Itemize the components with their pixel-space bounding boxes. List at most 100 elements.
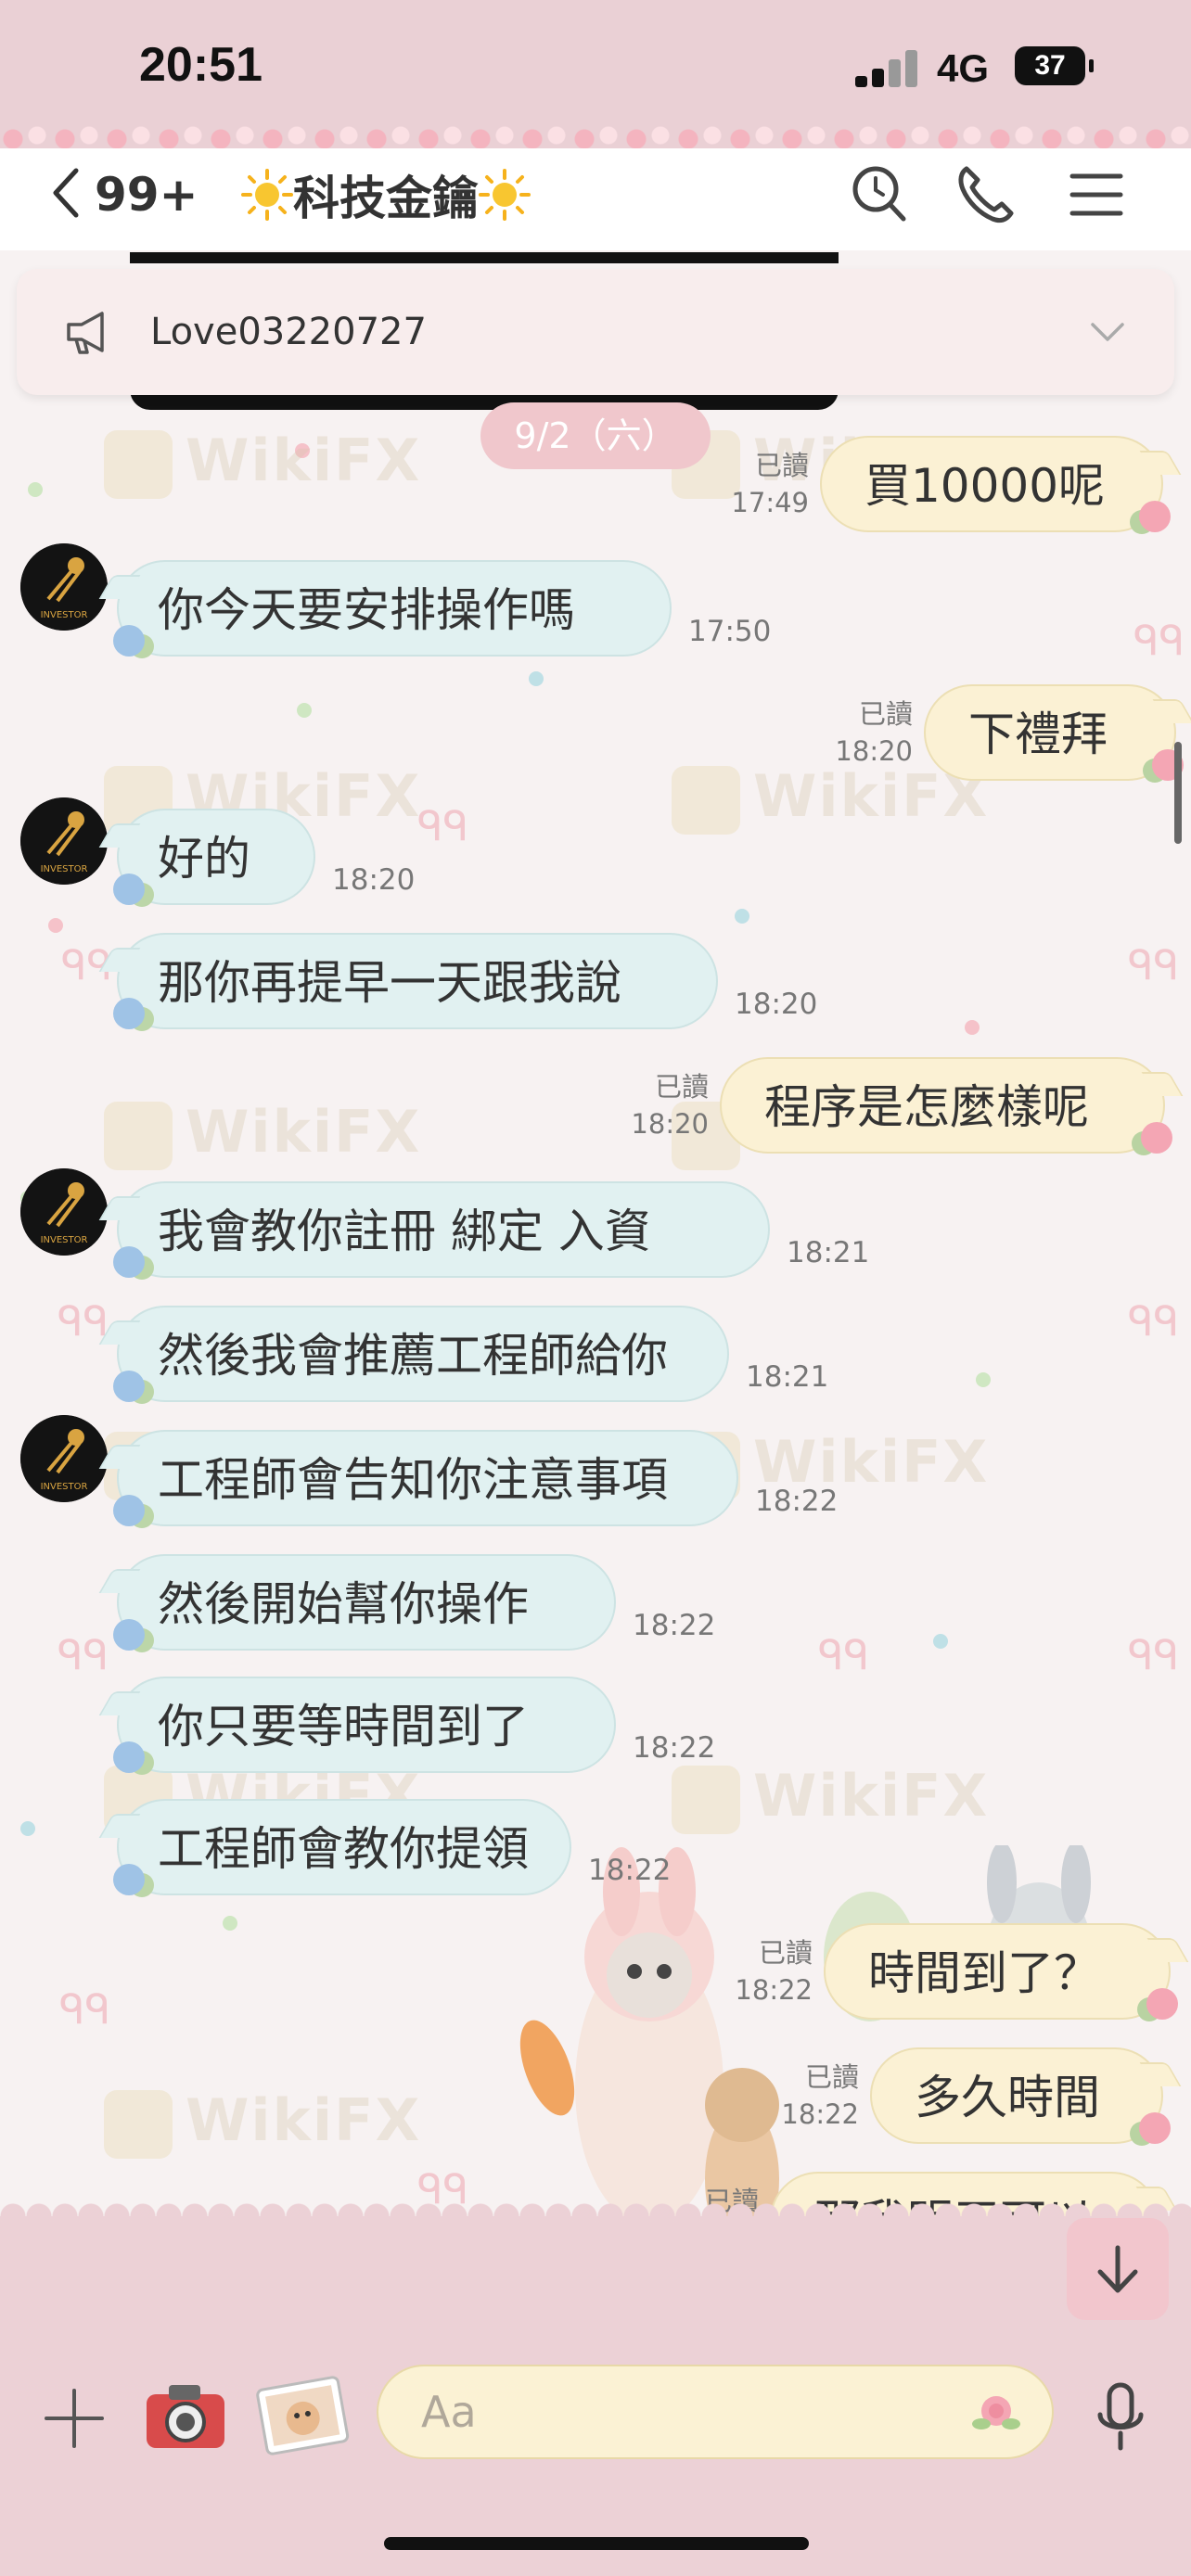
bubble-flower-decoration bbox=[113, 1246, 145, 1278]
bg-dot bbox=[965, 1020, 980, 1035]
chevron-left-icon bbox=[48, 165, 85, 224]
message-time: 18:22 bbox=[781, 2098, 859, 2130]
message-time: 17:50 bbox=[688, 615, 772, 648]
outgoing-message[interactable]: 時間到了？ bbox=[824, 1923, 1171, 2020]
photo-button[interactable] bbox=[254, 2370, 351, 2459]
battery-icon: 37 bbox=[1015, 46, 1094, 85]
announcement-banner[interactable]: Love03220727 bbox=[17, 269, 1174, 395]
call-button[interactable] bbox=[950, 159, 1020, 230]
svg-text:INVESTOR: INVESTOR bbox=[41, 610, 88, 620]
incoming-message[interactable]: 然後開始幫你操作 bbox=[117, 1554, 616, 1651]
message-time: 18:21 bbox=[746, 1360, 829, 1394]
bubble-flower-decoration bbox=[113, 1495, 145, 1526]
incoming-message[interactable]: 你只要等時間到了 bbox=[117, 1677, 616, 1773]
incoming-message[interactable]: 工程師會教你提領 bbox=[117, 1799, 571, 1895]
bubble-flower-decoration bbox=[113, 998, 145, 1029]
redaction-bar bbox=[130, 252, 839, 263]
bg-dot bbox=[28, 482, 43, 497]
signal-icon bbox=[855, 48, 920, 87]
add-attachment-button[interactable] bbox=[37, 2381, 111, 2455]
outgoing-message[interactable]: 程序是怎麼樣呢 bbox=[720, 1057, 1165, 1154]
back-button[interactable]: 99+ bbox=[48, 167, 198, 223]
message-time: 18:20 bbox=[631, 1108, 709, 1140]
rose-icon bbox=[972, 2389, 1020, 2437]
outgoing-message[interactable]: 下禮拜 bbox=[924, 684, 1176, 781]
bunny-icon: ᑫᑫ bbox=[818, 1632, 870, 1679]
bunny-icon: ᑫᑫ bbox=[1128, 1298, 1180, 1345]
bubble-flower-decoration bbox=[113, 1371, 145, 1402]
unread-count: 99+ bbox=[95, 168, 198, 222]
voice-input-button[interactable] bbox=[1093, 2379, 1148, 2457]
bubble-flower-decoration bbox=[1139, 501, 1171, 532]
chat-title-text: 科技金鑰 bbox=[293, 172, 479, 225]
svg-text:INVESTOR: INVESTOR bbox=[41, 1482, 88, 1492]
read-receipt: 已讀 bbox=[654, 1071, 709, 1103]
watermark: WikiFX bbox=[104, 2086, 421, 2159]
message-time: 18:20 bbox=[332, 863, 416, 897]
chevron-down-icon[interactable] bbox=[1085, 310, 1130, 354]
menu-button[interactable] bbox=[1061, 159, 1132, 230]
incoming-message[interactable]: 你今天要安排操作嗎 bbox=[117, 560, 672, 657]
svg-text:INVESTOR: INVESTOR bbox=[41, 1235, 88, 1245]
incoming-message[interactable]: 然後我會推薦工程師給你 bbox=[117, 1306, 729, 1402]
bunny-icon: ᑫᑫ bbox=[417, 803, 469, 850]
microphone-icon bbox=[1093, 2382, 1148, 2461]
search-icon bbox=[844, 166, 915, 234]
bg-dot bbox=[223, 1916, 237, 1931]
message-time: 18:22 bbox=[633, 1731, 716, 1765]
bg-dot bbox=[20, 1821, 35, 1836]
message-time: 18:22 bbox=[588, 1854, 672, 1887]
date-separator: 9/2（六） bbox=[480, 402, 711, 469]
message-time: 18:20 bbox=[735, 988, 818, 1021]
message-time: 17:49 bbox=[731, 487, 809, 518]
bubble-flower-decoration bbox=[1139, 2112, 1171, 2144]
megaphone-icon bbox=[61, 304, 117, 360]
sun-icon bbox=[241, 169, 293, 221]
bunny-icon: ᑫᑫ bbox=[58, 1632, 109, 1679]
bubble-flower-decoration bbox=[1146, 1988, 1178, 2020]
incoming-message[interactable]: 好的 bbox=[117, 809, 315, 905]
status-time: 20:51 bbox=[139, 38, 263, 92]
message-time: 18:20 bbox=[835, 735, 913, 767]
scroll-to-bottom-button[interactable] bbox=[1067, 2218, 1169, 2320]
avatar[interactable]: INVESTOR bbox=[20, 1168, 108, 1256]
message-time: 18:21 bbox=[787, 1236, 870, 1269]
phone-icon bbox=[950, 166, 1020, 234]
svg-text:INVESTOR: INVESTOR bbox=[41, 864, 88, 874]
incoming-message[interactable]: 工程師會告知你注意事項 bbox=[117, 1430, 738, 1526]
watermark: WikiFX bbox=[104, 1098, 421, 1170]
avatar[interactable]: INVESTOR bbox=[20, 797, 108, 885]
incoming-message[interactable]: 那你再提早一天跟我說 bbox=[117, 933, 718, 1029]
bubble-flower-decoration bbox=[1141, 1122, 1172, 1154]
incoming-message[interactable]: 我會教你註冊 綁定 入資 bbox=[117, 1181, 770, 1278]
plus-icon bbox=[37, 2389, 111, 2459]
bubble-flower-decoration bbox=[113, 1619, 145, 1651]
message-time: 18:22 bbox=[633, 1609, 716, 1642]
home-indicator bbox=[384, 2537, 809, 2550]
sun-icon bbox=[479, 169, 531, 221]
outgoing-message[interactable]: 買10000呢 bbox=[820, 436, 1163, 532]
search-button[interactable] bbox=[844, 159, 915, 230]
menu-icon bbox=[1061, 173, 1132, 234]
bubble-flower-decoration bbox=[113, 1741, 145, 1773]
message-time: 18:22 bbox=[735, 1974, 813, 2006]
watermark: WikiFX bbox=[672, 1762, 989, 1834]
chat-title[interactable]: 科技金鑰 bbox=[241, 167, 531, 225]
bg-dot bbox=[976, 1372, 991, 1387]
bg-dot bbox=[933, 1634, 948, 1649]
scrollbar[interactable] bbox=[1174, 742, 1182, 844]
avatar[interactable]: INVESTOR bbox=[20, 543, 108, 631]
avatar[interactable]: INVESTOR bbox=[20, 1415, 108, 1502]
message-input[interactable] bbox=[377, 2365, 1054, 2459]
bunny-icon: ᑫᑫ bbox=[1133, 618, 1185, 665]
camera-button[interactable] bbox=[141, 2374, 230, 2457]
bg-dot bbox=[48, 918, 63, 933]
watermark: WikiFX bbox=[104, 427, 421, 499]
bg-dot bbox=[297, 703, 312, 718]
watermark: WikiFX bbox=[672, 762, 989, 835]
outgoing-message[interactable]: 多久時間 bbox=[870, 2047, 1163, 2144]
announcement-text: Love03220727 bbox=[150, 311, 427, 353]
bunny-icon: ᑫᑫ bbox=[59, 1986, 111, 2034]
arrow-down-icon bbox=[1067, 2245, 1169, 2324]
bg-dot bbox=[735, 909, 749, 924]
